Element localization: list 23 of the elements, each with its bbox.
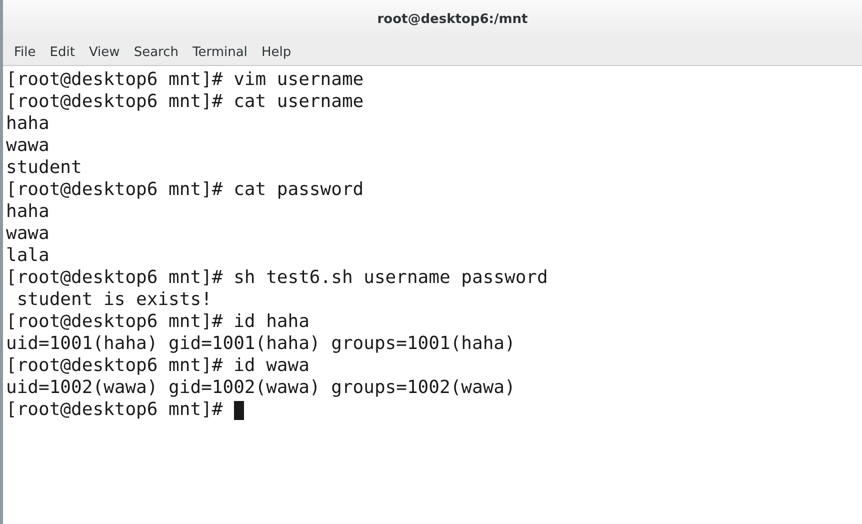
menu-item[interactable]: Terminal <box>187 42 252 62</box>
terminal-line: lala <box>6 245 50 267</box>
menu-item[interactable]: File <box>9 42 41 62</box>
menu-item[interactable]: Search <box>128 42 184 62</box>
terminal-line: uid=1001(haha) gid=1001(haha) groups=1001(haha) <box>6 333 516 355</box>
terminal-line: [root@desktop6 mnt]# id haha <box>6 311 310 333</box>
menu-item[interactable]: View <box>84 42 125 62</box>
terminal-line: [root@desktop6 mnt]# vim username <box>6 69 364 91</box>
terminal-line: haha <box>6 201 50 223</box>
terminal-line: wawa <box>6 135 50 157</box>
terminal-line: [root@desktop6 mnt]# cat password <box>6 179 364 201</box>
terminal-line: student <box>6 157 82 179</box>
terminal-line: wawa <box>6 223 50 245</box>
terminal-prompt: [root@desktop6 mnt]# <box>6 399 224 421</box>
menu-item[interactable]: Edit <box>44 42 80 62</box>
menu-item[interactable]: Help <box>256 42 296 62</box>
terminal-line: uid=1002(wawa) gid=1002(wawa) groups=1002(wawa) <box>6 377 516 399</box>
terminal-line: [root@desktop6 mnt]# cat username <box>6 91 364 113</box>
terminal-line: student is exists! <box>16 289 212 311</box>
terminal-line: haha <box>6 113 50 135</box>
terminal-line: [root@desktop6 mnt]# id wawa <box>6 355 310 377</box>
terminal-line: [root@desktop6 mnt]# sh test6.sh username password <box>6 267 548 289</box>
window-title: root@desktop6:/mnt <box>377 11 528 30</box>
